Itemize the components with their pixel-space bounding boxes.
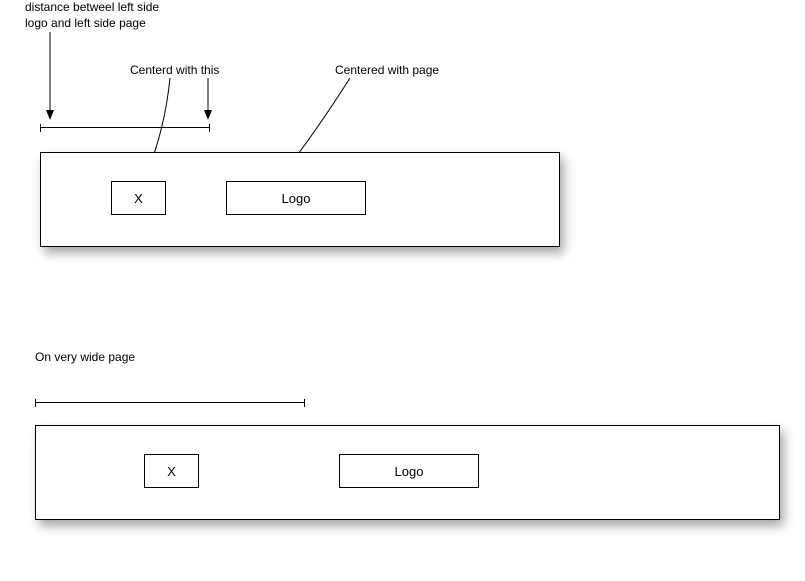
on-very-wide-page-label: On very wide page: [35, 350, 135, 366]
centered-with-this-label: Centerd with this: [130, 63, 219, 79]
measure-bar-top: [40, 127, 210, 128]
logo-box-top: Logo: [226, 181, 366, 215]
arrow-distance-to-bar: [40, 32, 60, 122]
x-box-top: X: [111, 181, 166, 215]
distance-label: distance betweel left side logo and left…: [25, 0, 195, 31]
page-container-top: X Logo: [40, 152, 560, 247]
logo-box-bottom: Logo: [339, 454, 479, 488]
page-container-bottom: X Logo: [35, 425, 780, 520]
arrow-centered-with-this-tick: [198, 78, 218, 123]
centered-with-page-label: Centered with page: [335, 63, 439, 79]
x-box-bottom: X: [144, 454, 199, 488]
measure-bar-bottom: [35, 402, 305, 403]
